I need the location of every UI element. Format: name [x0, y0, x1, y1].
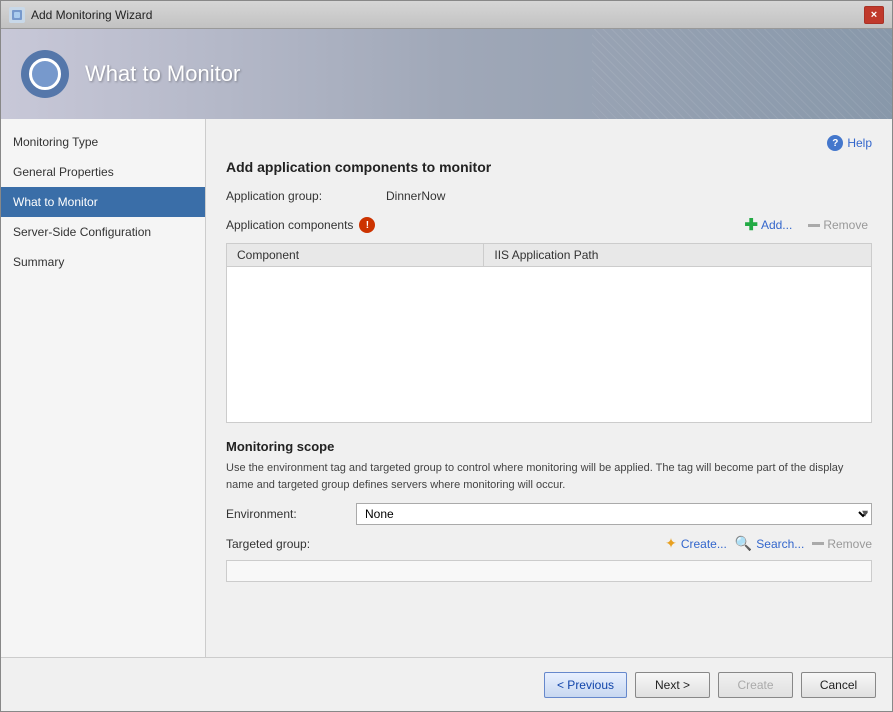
header-bg-pattern — [592, 29, 892, 119]
help-row: ? Help — [226, 135, 872, 151]
add-icon: ✚ — [745, 215, 758, 235]
close-button[interactable]: × — [864, 6, 884, 24]
previous-button[interactable]: < Previous — [544, 672, 627, 698]
create-button[interactable]: ✦ Create... — [665, 535, 727, 552]
remove-icon — [808, 224, 820, 227]
header-banner: What to Monitor — [1, 29, 892, 119]
application-components-label: Application components ! — [226, 217, 741, 233]
search-button[interactable]: 🔍 Search... — [735, 535, 804, 552]
targeted-remove-button: Remove — [812, 537, 872, 551]
application-components-row: Application components ! ✚ Add... Remove — [226, 213, 872, 237]
application-group-row: Application group: DinnerNow — [226, 189, 872, 203]
sidebar-item-general-properties[interactable]: General Properties — [1, 157, 205, 187]
environment-select-wrapper: None ▼ — [356, 503, 872, 525]
col-component: Component — [227, 244, 484, 267]
section-title: Add application components to monitor — [226, 159, 872, 175]
monitoring-scope-title: Monitoring scope — [226, 439, 872, 454]
search-icon: 🔍 — [735, 535, 752, 552]
app-components-text: Application components — [226, 218, 353, 232]
header-icon-inner — [29, 58, 61, 90]
content-area: ? Help Add application components to mon… — [206, 119, 892, 657]
targeted-input-row — [226, 560, 872, 582]
environment-label: Environment: — [226, 507, 356, 521]
header-icon — [21, 50, 69, 98]
help-label: Help — [847, 136, 872, 150]
cancel-button[interactable]: Cancel — [801, 672, 876, 698]
remove-label: Remove — [823, 218, 868, 232]
col-iis-path: IIS Application Path — [484, 244, 872, 267]
toolbar-right: ✚ Add... Remove — [741, 213, 872, 237]
empty-cell — [227, 267, 872, 423]
targeted-group-toolbar: ✦ Create... 🔍 Search... Remove — [665, 535, 872, 552]
create-icon: ✦ — [665, 535, 677, 552]
components-table: Component IIS Application Path — [226, 243, 872, 423]
add-label: Add... — [761, 218, 792, 232]
sidebar-item-monitoring-type[interactable]: Monitoring Type — [1, 127, 205, 157]
environment-row: Environment: None ▼ — [226, 503, 872, 525]
sidebar-item-summary[interactable]: Summary — [1, 247, 205, 277]
targeted-remove-icon — [812, 542, 824, 545]
application-group-value: DinnerNow — [386, 189, 445, 203]
monitoring-scope-section: Monitoring scope Use the environment tag… — [226, 439, 872, 590]
header-title: What to Monitor — [85, 61, 240, 87]
create-footer-button[interactable]: Create — [718, 672, 793, 698]
help-link[interactable]: ? Help — [827, 135, 872, 151]
remove-button: Remove — [804, 216, 872, 234]
monitoring-scope-desc: Use the environment tag and targeted gro… — [226, 460, 872, 493]
sidebar: Monitoring Type General Properties What … — [1, 119, 206, 657]
application-group-label: Application group: — [226, 189, 386, 203]
environment-select[interactable]: None — [356, 503, 872, 525]
title-bar: Add Monitoring Wizard × — [1, 1, 892, 29]
targeted-group-label: Targeted group: — [226, 537, 356, 551]
footer: < Previous Next > Create Cancel — [1, 657, 892, 711]
main-window: Add Monitoring Wizard × What to Monitor … — [0, 0, 893, 712]
sidebar-item-server-side-configuration[interactable]: Server-Side Configuration — [1, 217, 205, 247]
warning-icon: ! — [359, 217, 375, 233]
main-content: Monitoring Type General Properties What … — [1, 119, 892, 657]
help-icon: ? — [827, 135, 843, 151]
targeted-group-input[interactable] — [226, 560, 872, 582]
window-icon — [9, 7, 25, 23]
window-title: Add Monitoring Wizard — [31, 8, 864, 22]
table-empty-row — [227, 267, 872, 423]
search-label: Search... — [756, 537, 804, 551]
create-label: Create... — [681, 537, 727, 551]
add-button[interactable]: ✚ Add... — [741, 213, 797, 237]
sidebar-item-what-to-monitor[interactable]: What to Monitor — [1, 187, 205, 217]
targeted-remove-label: Remove — [827, 537, 872, 551]
targeted-group-row: Targeted group: ✦ Create... 🔍 Search... — [226, 535, 872, 552]
next-button[interactable]: Next > — [635, 672, 710, 698]
